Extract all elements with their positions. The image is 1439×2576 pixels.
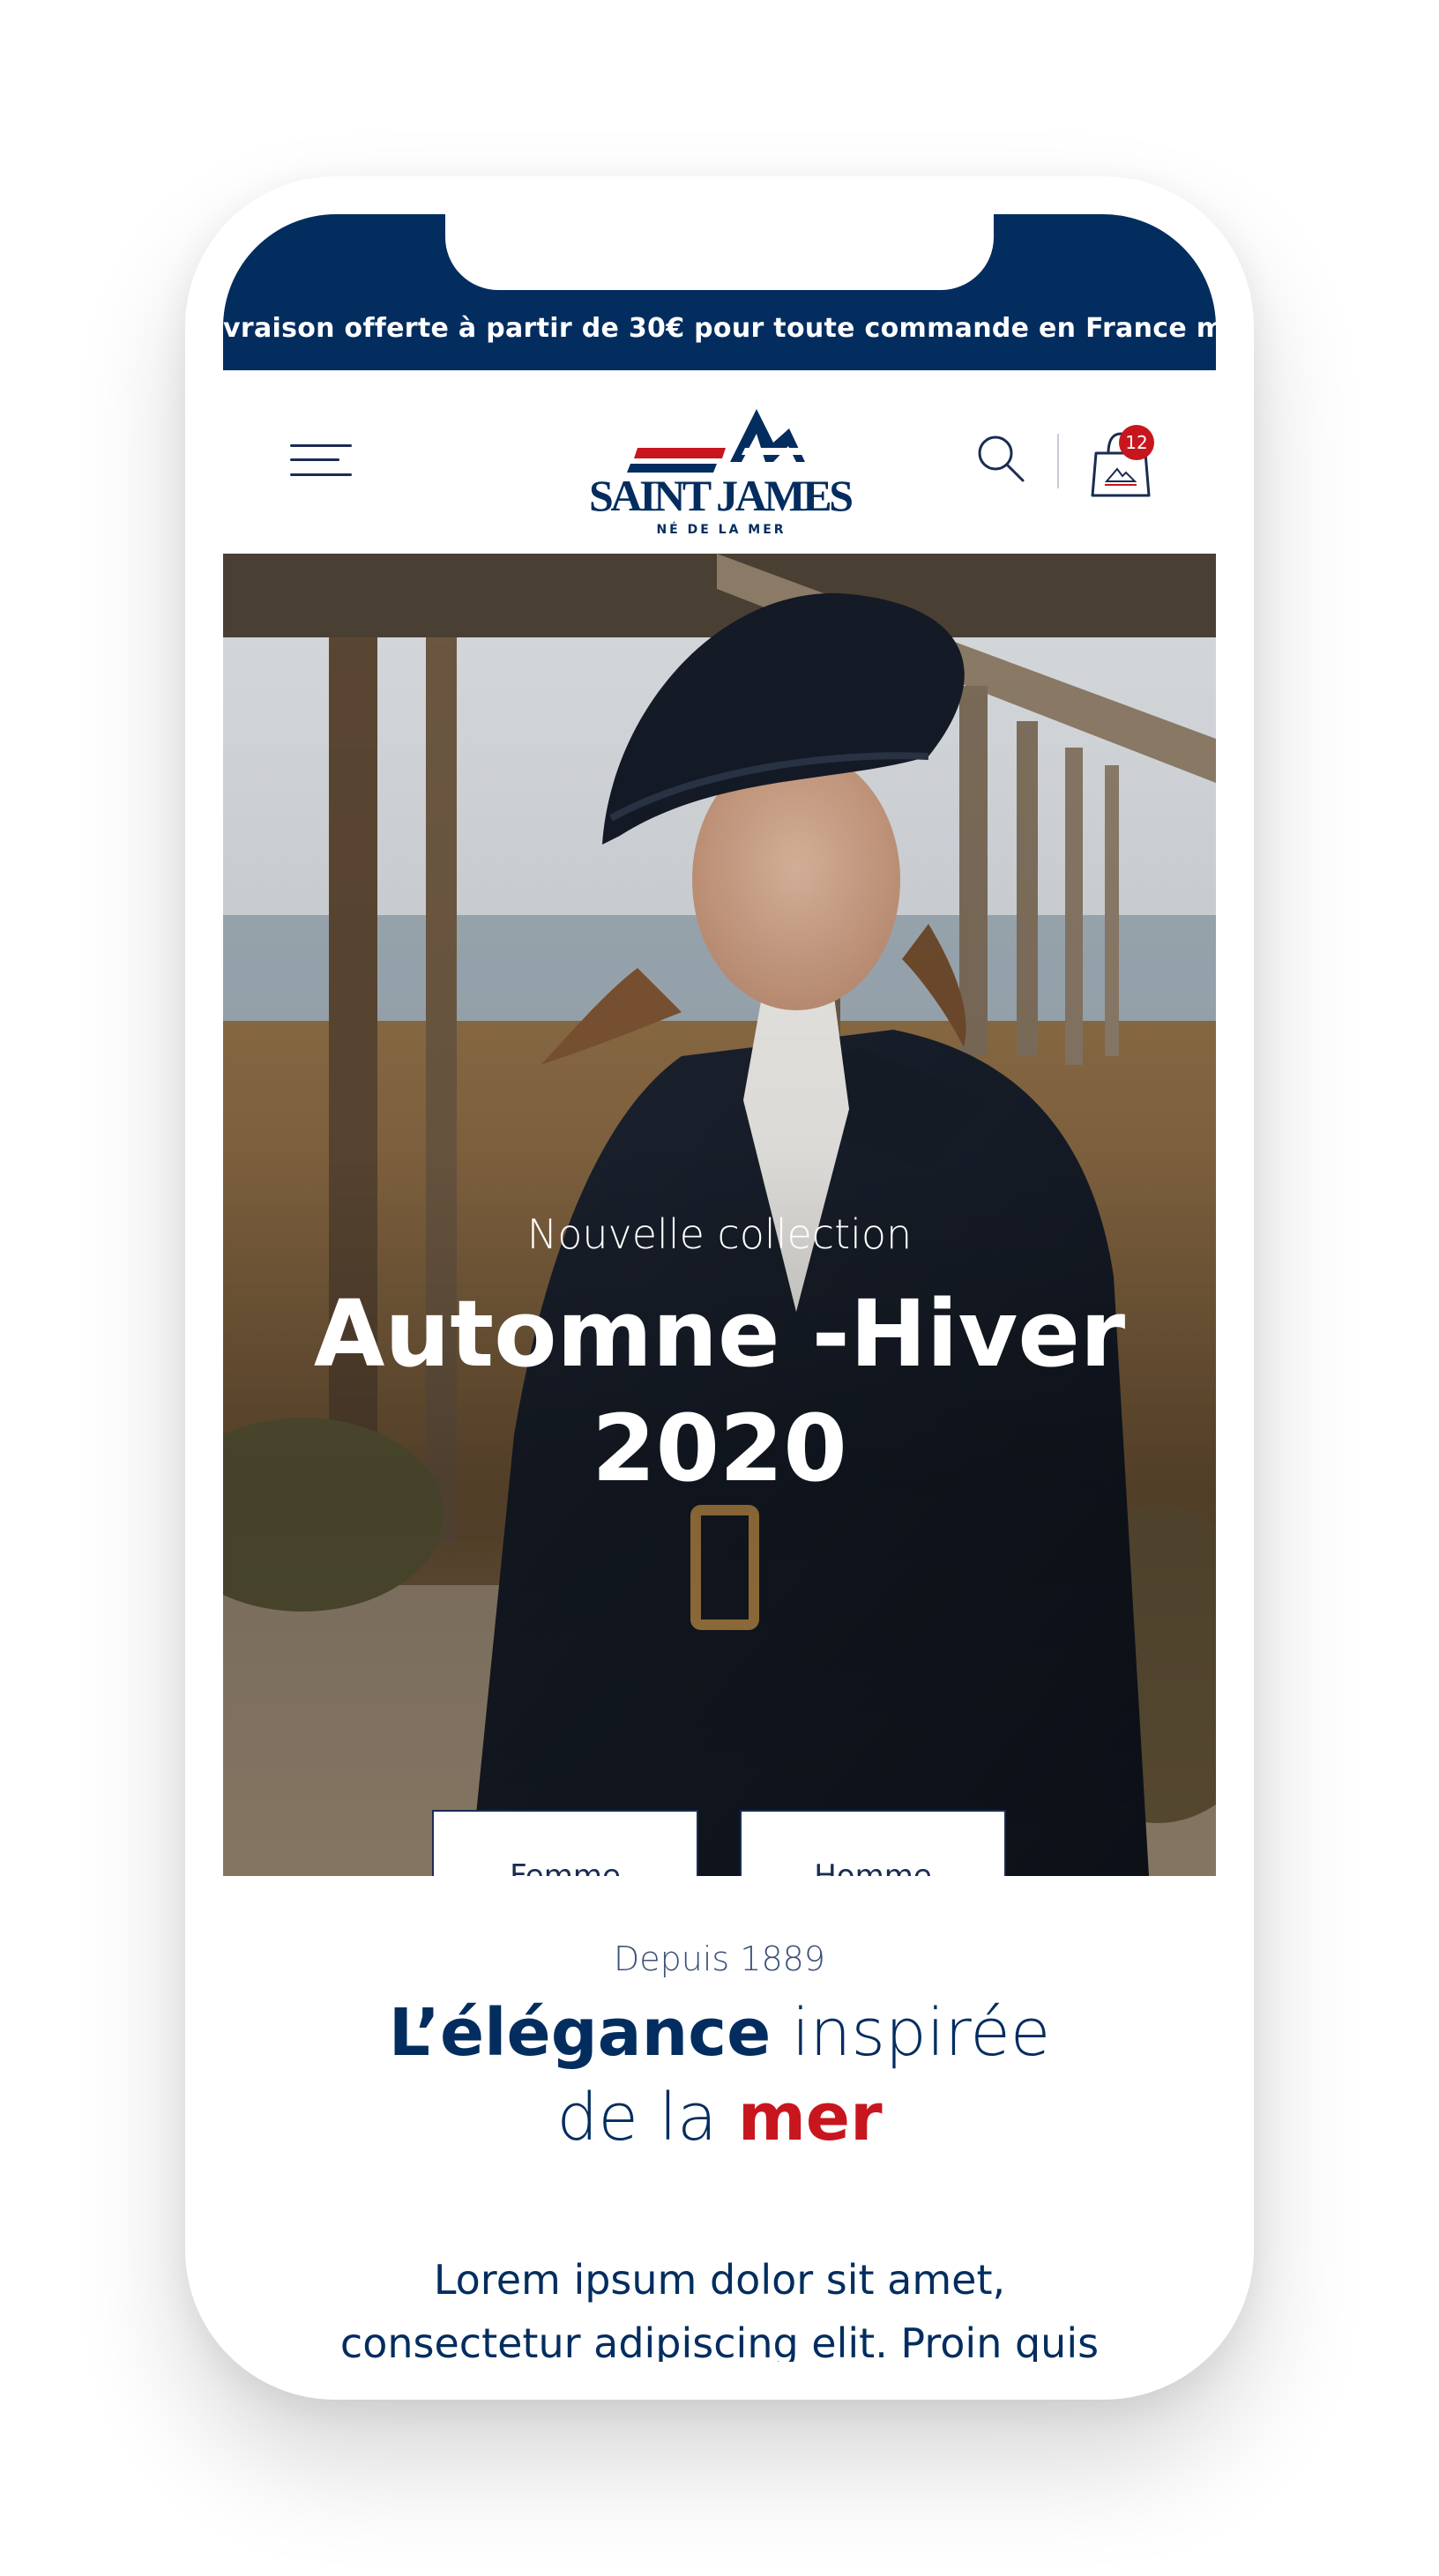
hero-title-line2: 2020	[592, 1395, 847, 1502]
section-tagline: L’élégance inspirée de la mer	[223, 1991, 1216, 2160]
brand-logo[interactable]: SAINT JAMES NÉ DE LA MER	[585, 391, 858, 541]
logo-wordmark: SAINT JAMES	[589, 471, 854, 520]
intro-body-text: Lorem ipsum dolor sit amet, consectetur …	[339, 2256, 1100, 2362]
intro-section: Depuis 1889 L’élégance inspirée de la me…	[223, 1876, 1216, 2362]
cart-count-badge: 12	[1119, 425, 1154, 460]
hamburger-menu-icon[interactable]	[290, 441, 352, 480]
tagline-accent: mer	[737, 2080, 883, 2155]
tagline-bold: L’élégance	[388, 1995, 772, 2071]
femme-button[interactable]: Femme	[432, 1810, 698, 1876]
promo-banner-text: vraison offerte à partir de 30€ pour tou…	[223, 313, 1216, 344]
hero-eyebrow: Nouvelle collection	[526, 1210, 913, 1258]
since-label: Depuis 1889	[614, 1939, 825, 1978]
promo-banner: vraison offerte à partir de 30€ pour tou…	[223, 214, 1216, 370]
tagline-light: inspirée	[791, 1995, 1051, 2071]
phone-screen: vraison offerte à partir de 30€ pour tou…	[223, 214, 1216, 2362]
hero-title: Automne -Hiver 2020	[223, 1277, 1216, 1506]
homme-button[interactable]: Homme	[740, 1810, 1006, 1876]
tagline-connector: de la	[556, 2080, 718, 2155]
phone-frame: vraison offerte à partir de 30€ pour tou…	[185, 176, 1254, 2400]
hero-banner: Nouvelle collection Automne -Hiver 2020 …	[223, 554, 1216, 1876]
site-header: SAINT JAMES NÉ DE LA MER 12	[223, 370, 1216, 554]
hero-title-line1: Automne -Hiver	[313, 1280, 1126, 1388]
logo-tagline: NÉ DE LA MER	[656, 522, 786, 537]
phone-notch	[445, 214, 994, 290]
header-divider	[1057, 434, 1059, 488]
search-icon[interactable]	[974, 432, 1027, 485]
